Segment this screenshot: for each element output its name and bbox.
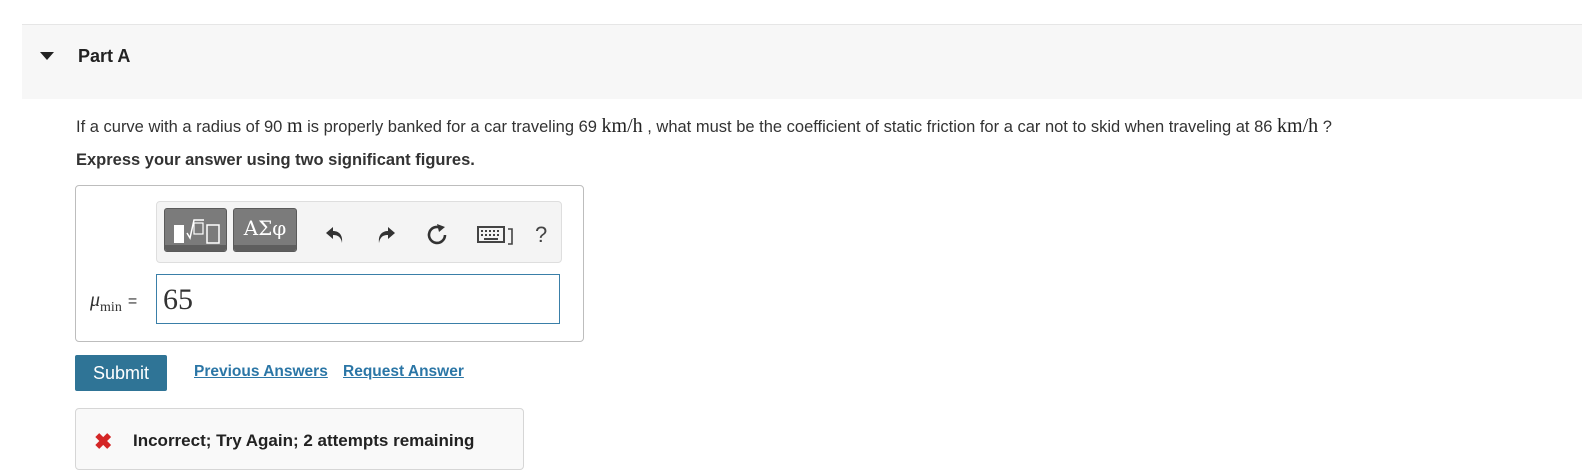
answer-variable-label: μmin = <box>90 289 137 316</box>
unit-kmh-1: km/h <box>601 115 643 137</box>
templates-button[interactable] <box>164 208 227 252</box>
question-post: ? <box>1322 118 1332 136</box>
greek-symbols-label: ΑΣφ <box>243 216 287 240</box>
greek-symbols-button[interactable]: ΑΣφ <box>233 208 297 252</box>
reset-icon[interactable] <box>425 222 451 248</box>
answer-box: ΑΣφ ? μmin = 65 <box>75 185 584 342</box>
math-toolbar: ΑΣφ ? <box>156 201 562 263</box>
previous-answers-link[interactable]: Previous Answers <box>194 363 328 381</box>
templates-button-base <box>165 245 226 251</box>
greek-button-base <box>234 245 296 251</box>
equals-sign: = <box>127 293 138 310</box>
unit-kmh-2: km/h <box>1277 115 1319 137</box>
part-header[interactable]: Part A <box>22 25 1582 99</box>
part-title: Part A <box>78 46 131 66</box>
caret-down-icon[interactable] <box>40 52 54 60</box>
question-text: If a curve with a radius of 90 m is prop… <box>76 115 1332 138</box>
unit-meters: m <box>286 115 303 137</box>
answer-value: 65 <box>163 283 193 316</box>
redo-icon[interactable] <box>374 222 398 246</box>
instruction-text: Express your answer using two significan… <box>76 151 475 169</box>
request-answer-link[interactable]: Request Answer <box>343 363 464 381</box>
question-pre: If a curve with a radius of 90 <box>76 118 283 136</box>
answer-input[interactable]: 65 <box>156 274 560 324</box>
error-x-icon: ✖ <box>94 429 113 454</box>
question-mid1: is properly banked for a car traveling 6… <box>307 118 597 136</box>
feedback-message: Incorrect; Try Again; 2 attempts remaini… <box>133 431 475 450</box>
keyboard-icon[interactable] <box>477 224 515 246</box>
undo-icon[interactable] <box>323 222 347 246</box>
submit-button[interactable]: Submit <box>75 355 167 391</box>
mu-symbol: μ <box>90 289 101 311</box>
question-mid2: , what must be the coefficient of static… <box>647 118 1273 136</box>
help-button[interactable]: ? <box>535 222 547 248</box>
feedback-panel: ✖ Incorrect; Try Again; 2 attempts remai… <box>75 408 524 470</box>
mu-subscript: min <box>100 300 122 315</box>
